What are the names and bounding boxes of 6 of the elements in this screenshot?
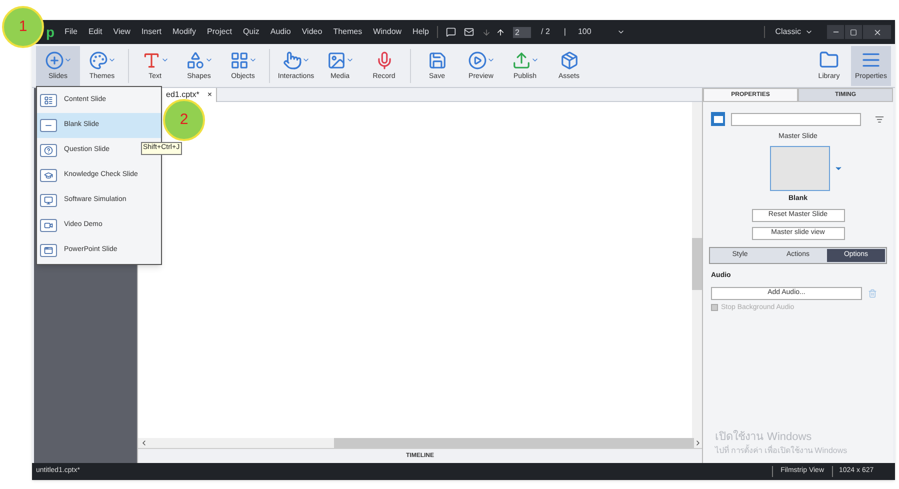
app-logo: p xyxy=(46,25,55,39)
activation-subtitle: ไปที่ การตั้งค่า เพื่อเปิดใช้งาน Windows xyxy=(715,445,848,457)
slide-count: / 2 xyxy=(541,26,550,38)
activation-title: เปิดใช้งาน Windows xyxy=(715,431,813,444)
callout-badge: 1 xyxy=(2,6,44,48)
separator: | xyxy=(564,26,566,38)
